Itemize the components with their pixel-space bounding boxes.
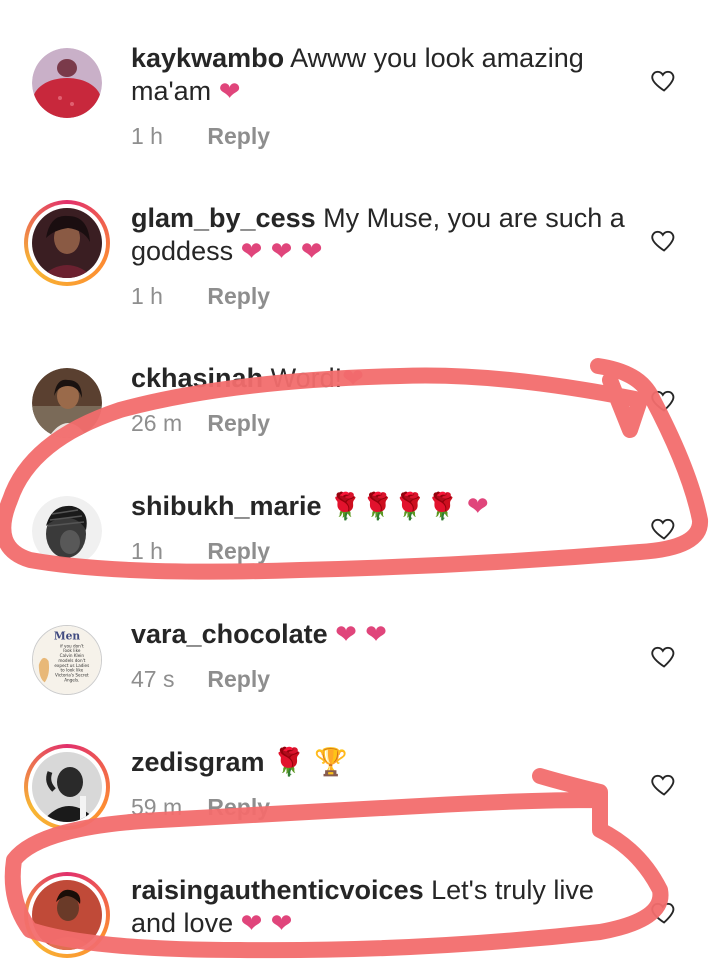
reply-button[interactable]: Reply [207,410,270,436]
comment-time: 1 h [131,283,163,309]
avatar[interactable] [24,488,110,574]
comment-username[interactable]: zedisgram [131,747,265,777]
heart-emoji-icon: ❤ [342,364,364,394]
heart-outline-icon[interactable] [650,226,678,254]
comment-body: vara_chocolate ❤ ❤ [131,618,631,652]
reply-button[interactable]: Reply [207,794,270,820]
comment-username[interactable]: vara_chocolate [131,619,328,649]
comment-meta: 59 m Reply [131,794,270,821]
comment-time: 1 h [131,538,163,564]
comment-username[interactable]: ckhasinah [131,363,263,393]
avatar[interactable] [24,360,110,446]
comment-username[interactable]: shibukh_marie [131,491,322,521]
comment-username[interactable]: raisingauthenticvoices [131,875,424,905]
avatar[interactable] [24,40,110,126]
heart-emoji-icon: ❤ ❤ ❤ [240,237,323,267]
comment-time: 59 m [131,794,183,820]
reply-button[interactable]: Reply [207,666,270,692]
comment-meta: 1 h Reply [131,283,270,310]
svg-text:Men: Men [54,630,81,643]
comment-time: 1 h [131,123,163,149]
heart-outline-icon[interactable] [650,642,678,670]
annotation-overlay [0,358,708,959]
comment-meta: 47 s Reply [131,666,270,693]
comment-body: kaykwambo Awww you look amazing ma'am ❤ [131,42,631,109]
comment-meta: 1 h Reply [131,123,270,150]
comment-time: 26 m [131,410,183,436]
heart-outline-icon[interactable] [650,66,678,94]
heart-outline-icon[interactable] [650,770,678,798]
comment-time: 47 s [131,666,175,692]
comment-body: zedisgram 🌹 🏆 [131,746,631,779]
reply-button[interactable]: Reply [207,283,270,309]
heart-emoji-icon: ❤ [218,77,241,107]
heart-outline-icon[interactable] [650,386,678,414]
comment-text: Word! [270,363,343,393]
heart-outline-icon[interactable] [650,514,678,542]
avatar[interactable] [24,872,110,958]
comment-username[interactable]: glam_by_cess [131,203,316,233]
avatar[interactable] [24,744,110,830]
reply-button[interactable]: Reply [207,123,270,149]
comment-username[interactable]: kaykwambo [131,43,284,73]
svg-text:Angels.: Angels. [64,677,79,682]
heart-emoji-icon: ❤ ❤ [335,620,387,650]
comment-meta: 1 h Reply [131,538,270,565]
trophy-emoji-icon: 🌹 🏆 [272,747,348,778]
comment-body: glam_by_cess My Muse, you are such a god… [131,202,631,269]
heart-outline-icon[interactable] [650,898,678,926]
comment-body: ckhasinah Word!❤ [131,362,631,396]
reply-button[interactable]: Reply [207,538,270,564]
avatar[interactable] [24,200,110,286]
comment-body: shibukh_marie 🌹🌹🌹🌹 ❤ [131,490,631,524]
comments-screen: kaykwambo Awww you look amazing ma'am ❤ … [0,0,720,962]
rose-emoji-icon: 🌹🌹🌹🌹 ❤ [329,492,489,522]
heart-emoji-icon: ❤ ❤ [240,909,293,939]
avatar[interactable]: Men if you don't look like Calvin Klein … [24,617,110,703]
comment-meta: 26 m Reply [131,410,270,437]
comment-body: raisingauthenticvoices Let's truly live … [131,874,631,941]
